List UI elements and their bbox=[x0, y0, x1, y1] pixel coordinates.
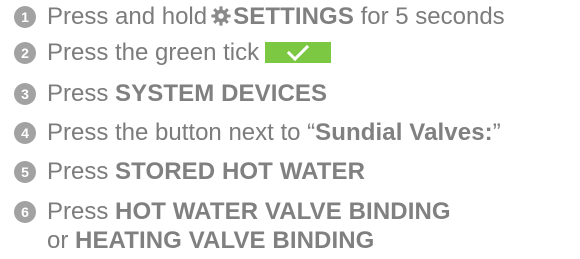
step-4-text: Press the button next to “ bbox=[47, 119, 316, 146]
step-6: 6 Press HOT WATER VALVE BINDING or HEATI… bbox=[0, 197, 580, 259]
step-5-text: Press bbox=[47, 158, 109, 185]
step-number-3: 3 bbox=[14, 83, 36, 105]
step-6-text: Press bbox=[47, 198, 109, 225]
gear-icon bbox=[210, 5, 232, 27]
green-tick-box bbox=[265, 42, 332, 63]
step-1-text: Press and hold bbox=[47, 3, 208, 30]
step-6-keyword: HOT WATER VALVE BINDING bbox=[115, 198, 451, 225]
step-5: 5 Press STORED HOT WATER bbox=[0, 157, 580, 191]
step-number-5: 5 bbox=[14, 161, 36, 183]
step-5-line: Press STORED HOT WATER bbox=[47, 157, 365, 187]
step-6-line-2-keyword: HEATING VALVE BINDING bbox=[75, 227, 375, 254]
step-5-keyword: STORED HOT WATER bbox=[115, 158, 366, 185]
step-6-line-1: Press HOT WATER VALVE BINDING bbox=[47, 197, 451, 227]
step-number-6: 6 bbox=[14, 201, 36, 223]
step-3-keyword: SYSTEM DEVICES bbox=[115, 80, 328, 107]
step-1-text-after: for 5 seconds bbox=[360, 3, 505, 30]
step-number-1: 1 bbox=[14, 6, 36, 28]
step-4-line: Press the button next to “Sundial Valves… bbox=[47, 118, 501, 148]
step-2: 2 Press the green tick bbox=[0, 38, 580, 72]
step-6-line-2-text: or bbox=[47, 227, 69, 254]
step-1-keyword: SETTINGS bbox=[233, 3, 354, 30]
instruction-steps: 1 Press and hold SETTINGS for 5 seconds 2… bbox=[0, 0, 580, 259]
step-4-text-after: ” bbox=[492, 119, 501, 146]
step-1: 1 Press and hold SETTINGS for 5 seconds bbox=[0, 2, 580, 36]
step-3: 3 Press SYSTEM DEVICES bbox=[0, 79, 580, 113]
step-4-keyword: Sundial Valves: bbox=[315, 119, 493, 146]
step-4: 4 Press the button next to “Sundial Valv… bbox=[0, 118, 580, 152]
step-3-text: Press bbox=[47, 80, 109, 107]
step-2-line: Press the green tick bbox=[47, 38, 332, 68]
step-number-4: 4 bbox=[14, 122, 36, 144]
step-number-2: 2 bbox=[14, 42, 36, 64]
step-6-line-2: or HEATING VALVE BINDING bbox=[47, 226, 374, 256]
step-2-text: Press the green tick bbox=[47, 39, 260, 66]
step-3-line: Press SYSTEM DEVICES bbox=[47, 79, 327, 109]
step-1-line: Press and hold SETTINGS for 5 seconds bbox=[47, 2, 505, 32]
